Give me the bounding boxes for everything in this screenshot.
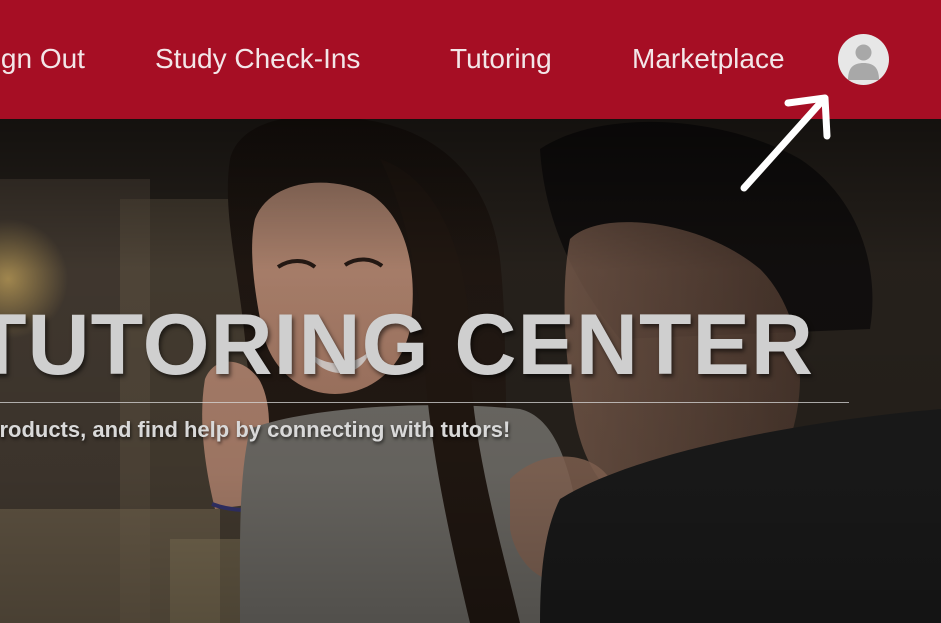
top-navbar: Sign Out Study Check-Ins Tutoring Market…: [0, 0, 941, 119]
nav-link-sign-out[interactable]: Sign Out: [0, 42, 85, 76]
nav-link-tutoring[interactable]: Tutoring: [450, 42, 552, 76]
nav-link-marketplace[interactable]: Marketplace: [632, 42, 785, 76]
hero-banner: TUTORING CENTER products, and find help …: [0, 119, 941, 623]
hero-subtitle: products, and find help by connecting wi…: [0, 417, 511, 442]
user-avatar-icon: [848, 44, 879, 80]
profile-avatar[interactable]: [838, 34, 889, 85]
page: Sign Out Study Check-Ins Tutoring Market…: [0, 0, 941, 623]
hero-title: TUTORING CENTER: [0, 297, 814, 393]
nav-link-study-check-ins[interactable]: Study Check-Ins: [155, 42, 360, 76]
hero-divider: [0, 402, 849, 403]
